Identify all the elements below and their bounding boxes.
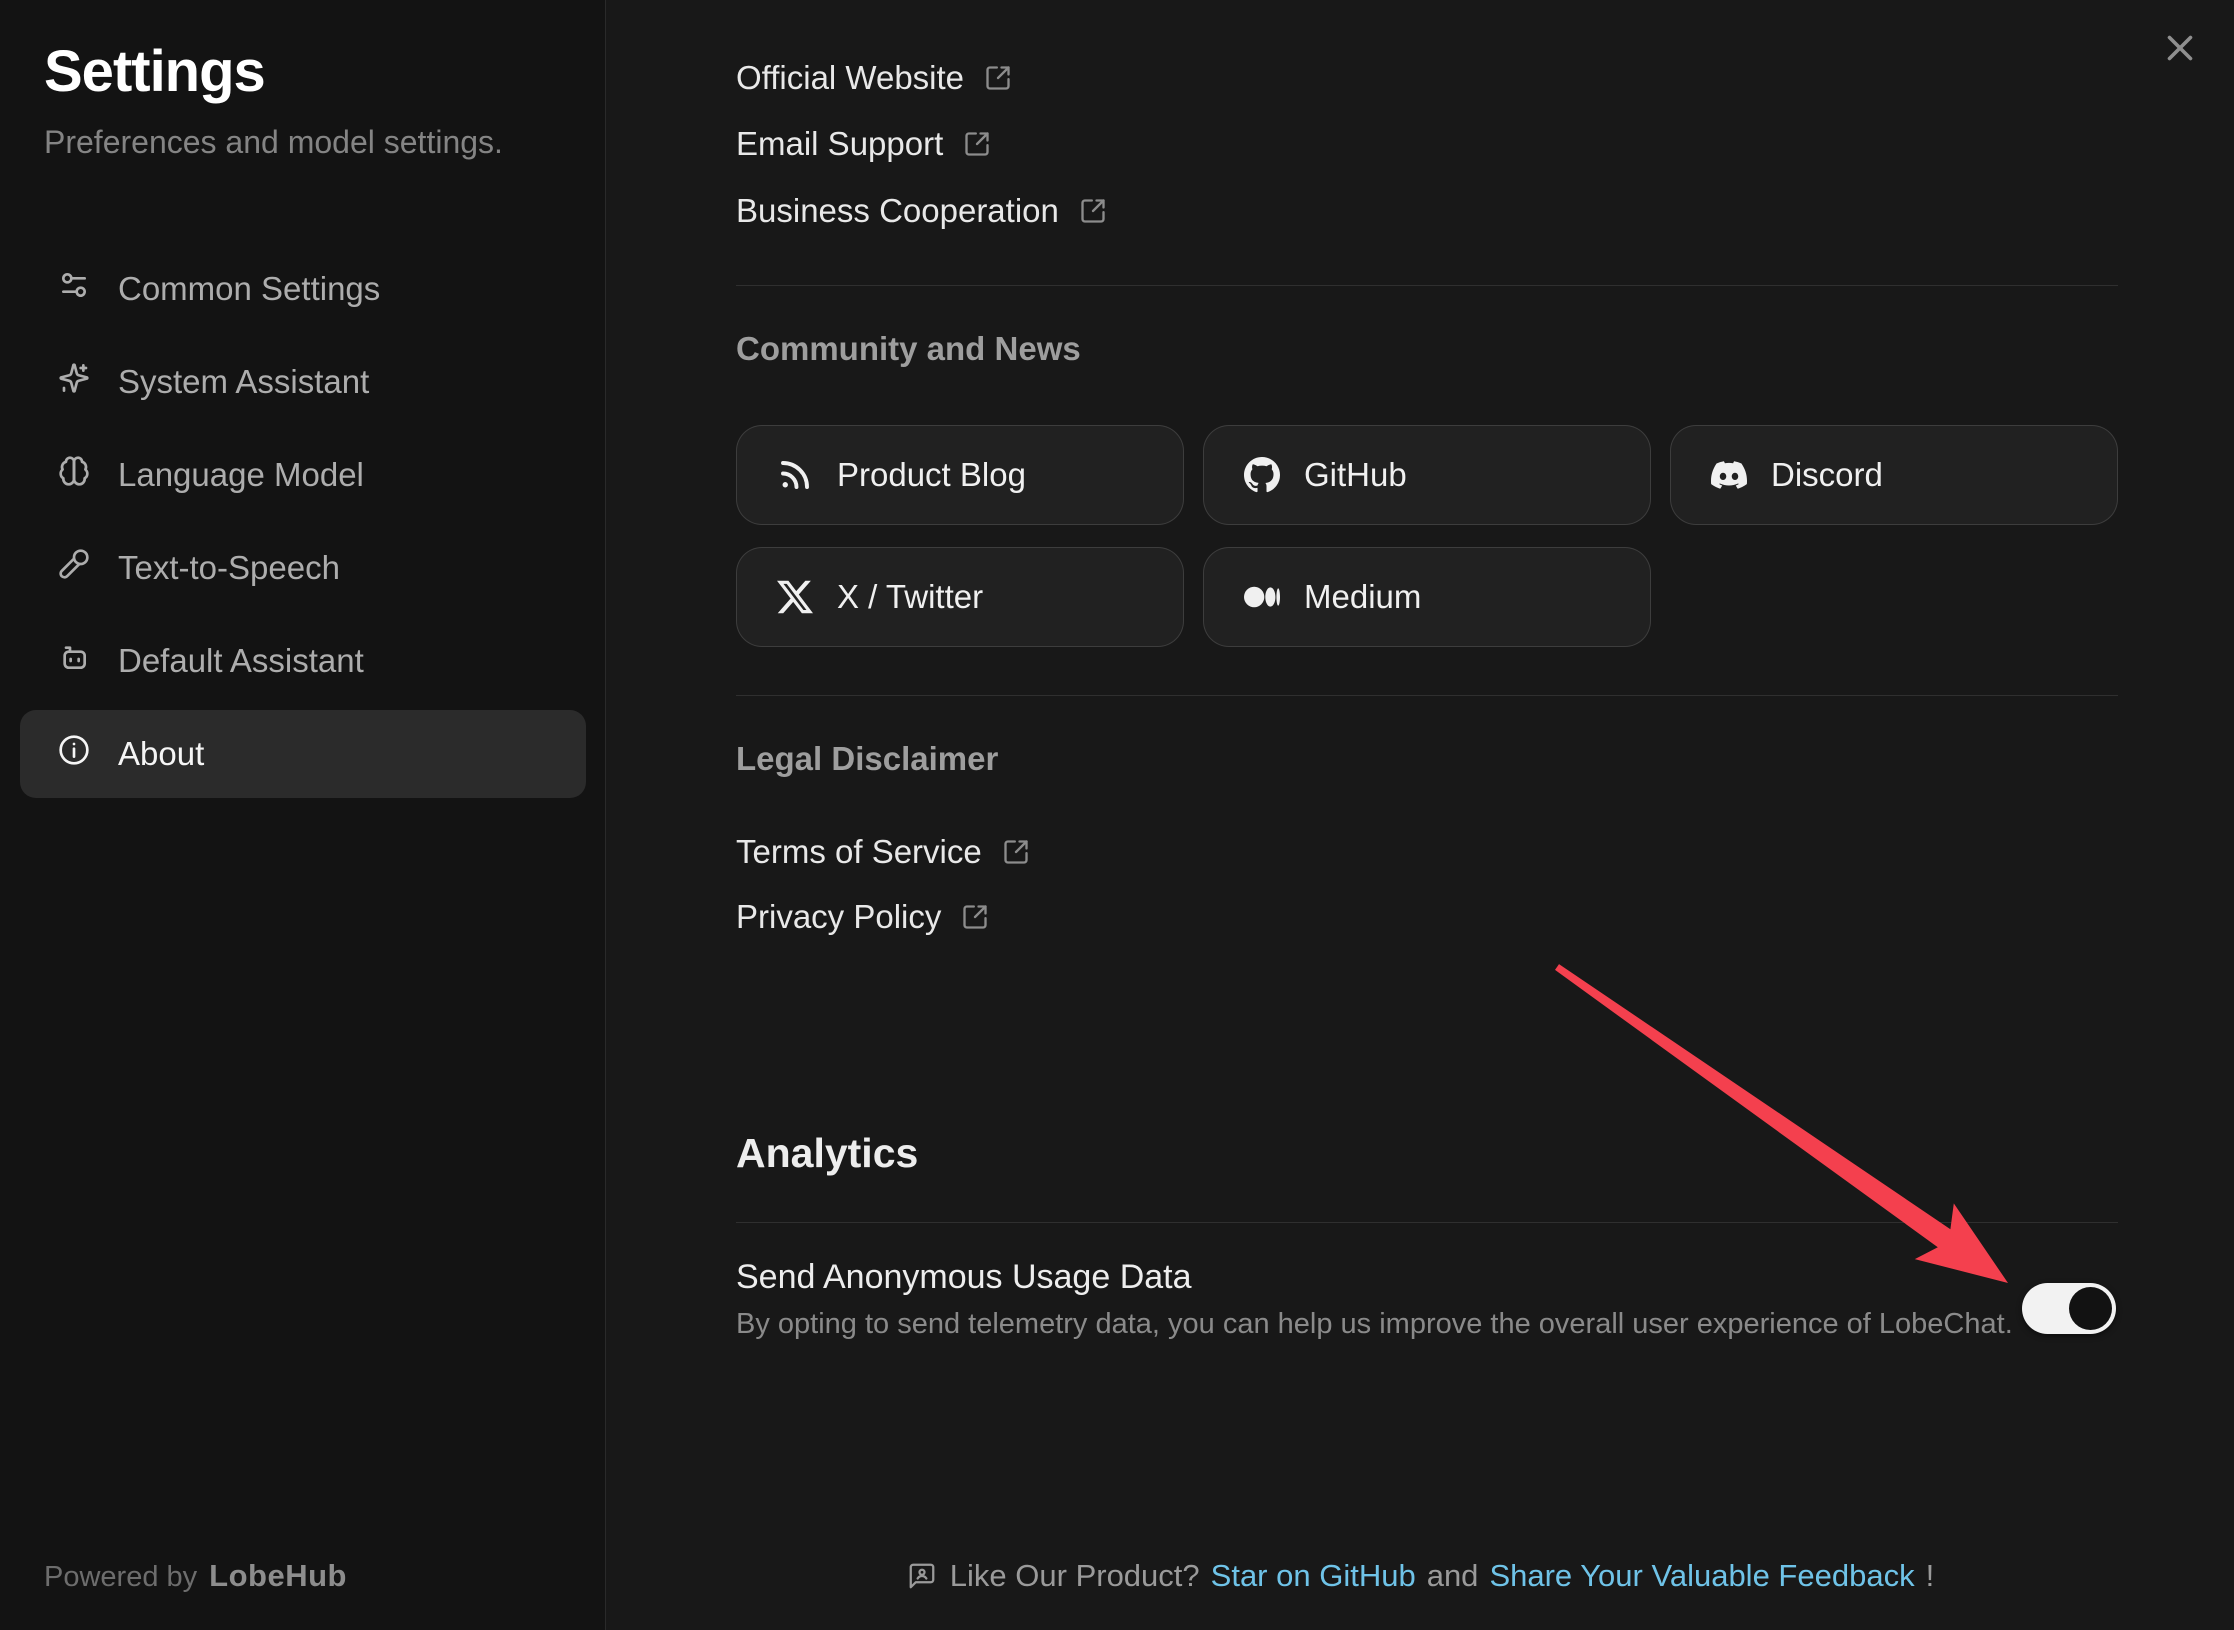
sidebar-item-about[interactable]: About <box>20 710 586 798</box>
community-heading: Community and News <box>736 330 1081 368</box>
about-panel: Contact Us Official Website Email Suppor… <box>607 0 2234 1630</box>
close-icon[interactable] <box>2162 30 2198 66</box>
sidebar-item-language-model[interactable]: Language Model <box>20 431 586 519</box>
sidebar-item-label: Default Assistant <box>118 642 364 680</box>
feedback-bubble-icon <box>907 1561 937 1591</box>
mic-icon <box>58 548 90 588</box>
feedback-footer: Like Our Product? Star on GitHub and Sha… <box>607 1558 2234 1594</box>
sidebar-item-default-assistant[interactable]: Default Assistant <box>20 617 586 705</box>
about-content: Contact Us Official Website Email Suppor… <box>736 0 2118 1630</box>
rss-icon <box>777 457 813 493</box>
telemetry-setting-title: Send Anonymous Usage Data <box>736 1258 1192 1297</box>
button-label: X / Twitter <box>837 578 983 616</box>
button-label: Discord <box>1771 456 1883 494</box>
medium-button[interactable]: Medium <box>1203 547 1651 647</box>
link-label: Privacy Policy <box>736 898 941 936</box>
footer-text: Like Our Product? <box>950 1558 1200 1594</box>
github-icon <box>1244 457 1280 493</box>
settings-modal: Settings Preferences and model settings.… <box>0 0 2234 1630</box>
discord-icon <box>1711 457 1747 493</box>
telemetry-setting-description: By opting to send telemetry data, you ca… <box>736 1308 2013 1341</box>
button-label: GitHub <box>1304 456 1407 494</box>
github-button[interactable]: GitHub <box>1203 425 1651 525</box>
external-link-icon <box>1002 838 1030 866</box>
product-blog-button[interactable]: Product Blog <box>736 425 1184 525</box>
link-label: Email Support <box>736 125 943 163</box>
brain-icon <box>58 455 90 495</box>
link-label: Terms of Service <box>736 833 982 871</box>
external-link-icon <box>1079 197 1107 225</box>
footer-text: and <box>1427 1558 1479 1594</box>
powered-by-text: Powered by <box>44 1561 197 1594</box>
button-label: Medium <box>1304 578 1421 616</box>
button-label: Product Blog <box>837 456 1026 494</box>
sidebar-item-label: Text-to-Speech <box>118 549 340 587</box>
telemetry-toggle[interactable] <box>2022 1283 2116 1334</box>
terms-of-service-link[interactable]: Terms of Service <box>736 833 1030 871</box>
sidebar-item-text-to-speech[interactable]: Text-to-Speech <box>20 524 586 612</box>
page-subtitle: Preferences and model settings. <box>44 124 503 161</box>
medium-icon <box>1244 579 1280 615</box>
powered-by: Powered by LobeHub <box>44 1558 347 1594</box>
settings-sidebar: Settings Preferences and model settings.… <box>0 0 606 1630</box>
legal-heading: Legal Disclaimer <box>736 740 998 778</box>
sparkles-icon <box>58 362 90 402</box>
x-logo-icon <box>777 579 813 615</box>
x-twitter-button[interactable]: X / Twitter <box>736 547 1184 647</box>
sidebar-nav: Common Settings System Assistant <box>20 245 586 803</box>
link-label: Official Website <box>736 59 964 97</box>
external-link-icon <box>963 130 991 158</box>
link-label: Business Cooperation <box>736 192 1059 230</box>
section-divider <box>736 285 2118 286</box>
official-website-link[interactable]: Official Website <box>736 59 1012 97</box>
sidebar-item-label: Common Settings <box>118 270 380 308</box>
contact-us-heading: Contact Us <box>736 0 910 4</box>
external-link-icon <box>961 903 989 931</box>
toggle-knob <box>2069 1287 2112 1330</box>
business-cooperation-link[interactable]: Business Cooperation <box>736 192 1107 230</box>
bot-icon <box>58 641 90 681</box>
section-divider <box>736 1222 2118 1223</box>
email-support-link[interactable]: Email Support <box>736 125 991 163</box>
community-buttons: Product Blog GitHub Discord <box>736 425 2118 647</box>
sidebar-item-label: Language Model <box>118 456 364 494</box>
info-icon <box>58 734 90 774</box>
privacy-policy-link[interactable]: Privacy Policy <box>736 898 989 936</box>
sliders-icon <box>58 269 90 309</box>
sidebar-item-common-settings[interactable]: Common Settings <box>20 245 586 333</box>
share-feedback-link[interactable]: Share Your Valuable Feedback <box>1489 1558 1914 1594</box>
discord-button[interactable]: Discord <box>1670 425 2118 525</box>
sidebar-item-label: System Assistant <box>118 363 369 401</box>
sidebar-item-system-assistant[interactable]: System Assistant <box>20 338 586 426</box>
analytics-heading: Analytics <box>736 1130 918 1177</box>
sidebar-item-label: About <box>118 735 204 773</box>
page-title: Settings <box>44 38 265 105</box>
lobehub-logo[interactable]: LobeHub <box>209 1558 347 1594</box>
footer-text: ! <box>1926 1558 1935 1594</box>
star-on-github-link[interactable]: Star on GitHub <box>1211 1558 1416 1594</box>
section-divider <box>736 695 2118 696</box>
external-link-icon <box>984 64 1012 92</box>
